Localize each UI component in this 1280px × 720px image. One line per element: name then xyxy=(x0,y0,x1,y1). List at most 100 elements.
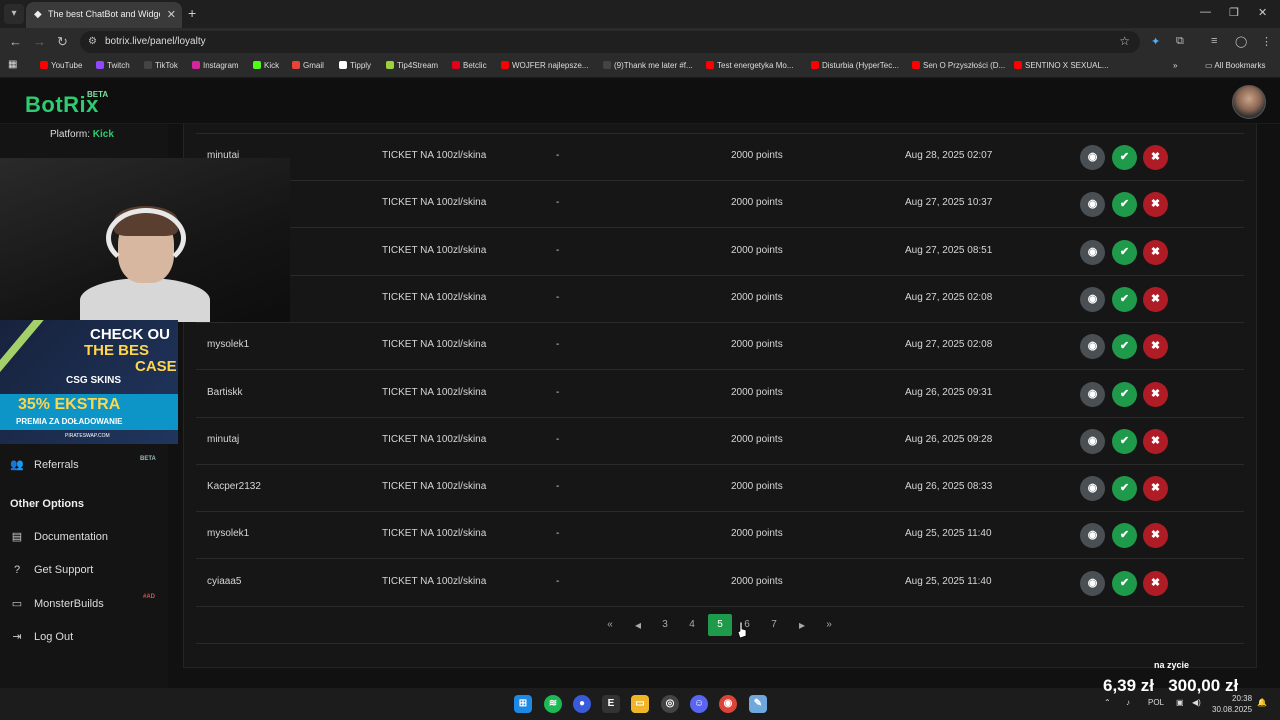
bookmark-betclic[interactable]: Betclic xyxy=(452,61,487,70)
last-page-icon[interactable]: » xyxy=(817,614,841,636)
all-bookmarks[interactable]: ▭ All Bookmarks xyxy=(1205,61,1265,70)
restore-icon[interactable]: ❐ xyxy=(1229,6,1239,19)
menu-kebab-icon[interactable]: ⋮ xyxy=(1261,35,1272,48)
sidebar-item-documentation[interactable]: ▤ Documentation xyxy=(10,530,108,543)
first-page-icon[interactable]: « xyxy=(598,614,622,636)
notification-bell-icon[interactable]: 🔔 xyxy=(1257,698,1267,707)
next-page-icon[interactable]: ▸ xyxy=(790,614,814,636)
back-icon[interactable]: ← xyxy=(9,34,22,49)
address-bar[interactable]: ⚙ botrix.live/panel/loyalty ☆ xyxy=(80,31,1140,53)
file-explorer-icon[interactable]: ▭ xyxy=(631,695,649,713)
forward-icon[interactable]: → xyxy=(33,34,46,49)
approve-button[interactable]: ✔ xyxy=(1112,334,1137,359)
bookmark-tiktok[interactable]: TikTok xyxy=(144,61,178,70)
sidebar-item-monsterbuilds[interactable]: ▭ MonsterBuilds xyxy=(10,597,104,610)
tab-search-icon[interactable]: ▾ xyxy=(4,4,24,24)
sidebar-item-referrals[interactable]: 👥 Referrals xyxy=(10,458,78,471)
bookmark-star-icon[interactable]: ☆ xyxy=(1119,34,1130,48)
start-icon[interactable]: ⊞ xyxy=(514,695,532,713)
bookmark-sentino[interactable]: SENTINO X SEXUAL... xyxy=(1014,61,1109,70)
tray-chevron-icon[interactable]: ⌃ xyxy=(1104,698,1111,707)
minimize-icon[interactable]: — xyxy=(1200,6,1211,18)
user-avatar[interactable] xyxy=(1232,85,1266,119)
bookmark-test-energetyka[interactable]: Test energetyka Mo... xyxy=(706,61,793,70)
new-tab-icon[interactable]: + xyxy=(188,5,196,21)
page-5-current[interactable]: 5 xyxy=(708,614,732,636)
bookmark-tip4stream[interactable]: Tip4Stream xyxy=(386,61,438,70)
approve-button[interactable]: ✔ xyxy=(1112,429,1137,454)
x-icon: ✖ xyxy=(1150,435,1161,447)
bookmark-instagram[interactable]: Instagram xyxy=(192,61,239,70)
approve-button[interactable]: ✔ xyxy=(1112,240,1137,265)
close-window-icon[interactable]: ✕ xyxy=(1258,6,1267,19)
bookmark-gmail[interactable]: Gmail xyxy=(292,61,324,70)
view-button[interactable]: ◉ xyxy=(1080,334,1105,359)
view-button[interactable]: ◉ xyxy=(1080,571,1105,596)
reject-button[interactable]: ✖ xyxy=(1143,145,1168,170)
browser-tab[interactable]: ◆ The best ChatBot and Widgets ✕ xyxy=(26,2,182,28)
page-4[interactable]: 4 xyxy=(680,614,704,636)
bookmark-tipply[interactable]: Tipply xyxy=(339,61,371,70)
chrome-icon[interactable]: ◉ xyxy=(719,695,737,713)
app-icon[interactable]: ● xyxy=(573,695,591,713)
bookmark-disturbia[interactable]: Disturbia (HyperTec... xyxy=(811,61,899,70)
approve-button[interactable]: ✔ xyxy=(1112,287,1137,312)
view-button[interactable]: ◉ xyxy=(1080,476,1105,501)
clock[interactable]: 20:38 30.08.2025 xyxy=(1212,693,1252,715)
bookmark-twitch[interactable]: Twitch xyxy=(96,61,130,70)
approve-button[interactable]: ✔ xyxy=(1112,145,1137,170)
view-button[interactable]: ◉ xyxy=(1080,287,1105,312)
sidebar-item-get-support[interactable]: ? Get Support xyxy=(10,564,93,576)
page-7[interactable]: 7 xyxy=(762,614,786,636)
eye-icon: ◉ xyxy=(1087,529,1098,541)
prev-page-icon[interactable]: ◂ xyxy=(626,614,650,636)
discord-icon[interactable]: ☺ xyxy=(690,695,708,713)
reject-button[interactable]: ✖ xyxy=(1143,192,1168,217)
notepad-icon[interactable]: ✎ xyxy=(749,695,767,713)
media-icon[interactable]: ≡ xyxy=(1211,35,1217,47)
ad-banner[interactable]: CHECK OU THE BES CASE CSG SKINS 35% EKST… xyxy=(0,320,178,444)
bookmark-sen-o-przyszlosci[interactable]: Sen O Przyszłości (D... xyxy=(912,61,1005,70)
approve-button[interactable]: ✔ xyxy=(1112,476,1137,501)
obs-icon[interactable]: ◎ xyxy=(661,695,679,713)
reject-button[interactable]: ✖ xyxy=(1143,429,1168,454)
extension-icon[interactable]: ✦ xyxy=(1151,35,1160,48)
view-button[interactable]: ◉ xyxy=(1080,192,1105,217)
approve-button[interactable]: ✔ xyxy=(1112,192,1137,217)
sidebar-item-log-out[interactable]: ⇥ Log Out xyxy=(10,630,73,643)
approve-button[interactable]: ✔ xyxy=(1112,571,1137,596)
epic-games-icon[interactable]: E xyxy=(602,695,620,713)
approve-button[interactable]: ✔ xyxy=(1112,523,1137,548)
approve-button[interactable]: ✔ xyxy=(1112,382,1137,407)
microphone-icon[interactable]: ♪ xyxy=(1126,698,1130,707)
bookmarks-overflow-icon[interactable]: » xyxy=(1173,61,1177,70)
reject-button[interactable]: ✖ xyxy=(1143,523,1168,548)
spotify-icon[interactable]: ≋ xyxy=(544,695,562,713)
tiktok-icon xyxy=(144,61,152,69)
extensions-puzzle-icon[interactable]: ⧉ xyxy=(1176,35,1184,48)
view-button[interactable]: ◉ xyxy=(1080,382,1105,407)
close-tab-icon[interactable]: ✕ xyxy=(167,8,176,21)
volume-icon[interactable]: ◀) xyxy=(1192,698,1201,707)
profile-icon[interactable]: ◯ xyxy=(1235,35,1247,48)
view-button[interactable]: ◉ xyxy=(1080,145,1105,170)
site-info-icon[interactable]: ⚙ xyxy=(88,36,97,47)
reject-button[interactable]: ✖ xyxy=(1143,334,1168,359)
bookmark-thank-me-later[interactable]: (9)Thank me later #f... xyxy=(603,61,693,70)
network-icon[interactable]: ▣ xyxy=(1176,698,1184,707)
page-3[interactable]: 3 xyxy=(653,614,677,636)
reject-button[interactable]: ✖ xyxy=(1143,287,1168,312)
view-button[interactable]: ◉ xyxy=(1080,240,1105,265)
reload-icon[interactable]: ↻ xyxy=(57,34,68,50)
apps-grid-icon[interactable]: ▦ xyxy=(8,59,17,70)
bookmark-wojfer[interactable]: WOJFER najlepsze... xyxy=(501,61,588,70)
view-button[interactable]: ◉ xyxy=(1080,429,1105,454)
reject-button[interactable]: ✖ xyxy=(1143,240,1168,265)
bookmark-kick[interactable]: Kick xyxy=(253,61,279,70)
reject-button[interactable]: ✖ xyxy=(1143,382,1168,407)
reject-button[interactable]: ✖ xyxy=(1143,571,1168,596)
bookmark-youtube[interactable]: YouTube xyxy=(40,61,82,70)
language-indicator[interactable]: POL xyxy=(1148,698,1164,707)
reject-button[interactable]: ✖ xyxy=(1143,476,1168,501)
view-button[interactable]: ◉ xyxy=(1080,523,1105,548)
